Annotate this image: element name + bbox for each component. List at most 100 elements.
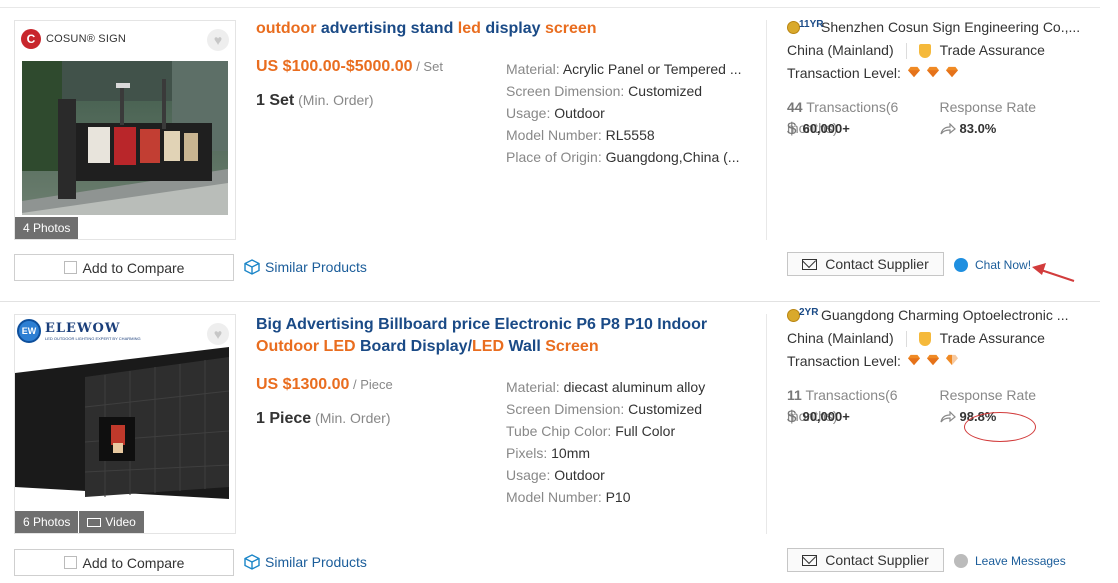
product-card-2: EW ELEWOW LED OUTDOOR LIGHTING EXPERT BY… [0, 301, 1100, 583]
price-range: US $100.00-$5000.00 [256, 58, 413, 75]
response-rate: 83.0% [959, 121, 997, 136]
min-order-label: (Min. Order) [294, 92, 374, 108]
similar-products-label: Similar Products [265, 554, 367, 570]
photo-led-panel [15, 347, 229, 499]
product-specs-2: Material: diecast aluminum alloy Screen … [506, 376, 746, 508]
red-circle-annotation [964, 412, 1036, 442]
spec-row: Material: Acrylic Panel or Tempered ... [506, 58, 746, 80]
spec-row: Usage: Outdoor [506, 102, 746, 124]
similar-products-link[interactable]: Similar Products [244, 554, 367, 570]
compare-label: Add to Compare [82, 554, 185, 571]
product-photo[interactable] [22, 61, 228, 215]
supplier-name-link[interactable]: Guangdong Charming Optoelectronic ... [821, 304, 1068, 327]
min-order-label: (Min. Order) [311, 410, 391, 426]
response-rate-value: 83.0% [939, 118, 1093, 139]
chat-now-link[interactable]: Chat Now! [954, 258, 1031, 272]
add-to-compare-button[interactable]: Add to Compare [14, 254, 234, 281]
title-part[interactable]: led [458, 20, 481, 37]
transactions-label: 44 Transactions(6 months) [787, 97, 940, 136]
logo-mark: EW [17, 319, 41, 343]
cube-icon [244, 554, 260, 570]
title-part[interactable]: Wall [504, 338, 545, 355]
price-unit: / Set [412, 59, 443, 74]
transactions-amount: 60,000+ [802, 121, 850, 136]
reply-arrow-icon [939, 122, 956, 134]
title-part[interactable]: display [481, 20, 545, 37]
photos-count-badge[interactable]: 6 Photos [15, 511, 79, 533]
spec-value: Customized [628, 401, 703, 417]
contact-supplier-label: Contact Supplier [825, 256, 929, 272]
spec-row: Usage: Outdoor [506, 464, 746, 486]
separator [905, 42, 907, 59]
column-divider [766, 314, 767, 534]
spec-key: Screen Dimension: [506, 401, 629, 417]
favorite-heart-icon[interactable]: ♥ [207, 29, 229, 51]
similar-products-link[interactable]: Similar Products [244, 259, 367, 275]
supplier-info-2: 2YR Guangdong Charming Optoelectronic ..… [787, 304, 1092, 427]
column-divider [766, 20, 767, 240]
spec-key: Usage: [506, 105, 555, 121]
spec-key: Place of Origin: [506, 149, 606, 165]
spec-row: Screen Dimension: Customized [506, 398, 746, 420]
spec-row: Model Number: P10 [506, 486, 746, 508]
spec-value: Outdoor [554, 105, 605, 121]
spec-row: Pixels: 10mm [506, 442, 746, 464]
product-card-1: C COSUN® SIGN ♥ 4 Photos Add to Compare … [0, 8, 1100, 300]
transaction-level-diamonds [901, 62, 958, 85]
transactions-amount: 90,000+ [802, 409, 850, 424]
transaction-level-label: Transaction Level: [787, 65, 901, 81]
gold-supplier-coin-icon: 11YR [787, 19, 823, 34]
photos-count-badge[interactable]: 4 Photos [15, 217, 79, 239]
price-value: US $1300.00 [256, 376, 350, 393]
compare-checkbox[interactable] [63, 556, 77, 569]
spec-value: diecast aluminum alloy [563, 379, 706, 395]
product-title-2[interactable]: Big Advertising Billboard price Electron… [256, 314, 756, 358]
product-title-1[interactable]: outdoor advertising stand led display sc… [256, 18, 756, 40]
contact-supplier-button[interactable]: Contact Supplier [787, 252, 944, 276]
min-order: 1 Set (Min. Order) [256, 92, 374, 110]
diamond-icon [907, 66, 920, 78]
title-part[interactable]: LED [324, 338, 356, 355]
trade-assurance-label[interactable]: Trade Assurance [940, 327, 1045, 350]
compare-checkbox[interactable] [63, 261, 77, 274]
spec-value: 10mm [551, 445, 591, 461]
favorite-heart-icon[interactable]: ♥ [207, 323, 229, 345]
title-part[interactable]: LED [472, 338, 504, 355]
spec-row: Place of Origin: Guangdong,China (... [506, 146, 746, 168]
title-part[interactable]: advertising stand [316, 20, 457, 37]
spec-value: Guangdong,China (... [605, 149, 740, 165]
spec-row: Material: diecast aluminum alloy [506, 376, 746, 398]
transactions-count: 11 [787, 387, 802, 403]
contact-supplier-button[interactable]: Contact Supplier [787, 548, 944, 572]
leave-messages-link[interactable]: Leave Messages [954, 554, 1066, 568]
spec-key: Pixels: [506, 445, 552, 461]
title-part[interactable]: Screen [545, 338, 598, 355]
product-image-1[interactable]: C COSUN® SIGN ♥ 4 Photos [14, 20, 236, 240]
min-order-qty: 1 Piece [256, 410, 312, 427]
response-rate-label: Response Rate [939, 99, 1037, 115]
video-label: Video [105, 515, 136, 529]
title-part[interactable]: Big Advertising Billboard price Electron… [256, 316, 707, 333]
video-badge[interactable]: Video [79, 511, 144, 533]
dollar-icon: $ [787, 119, 797, 138]
transaction-level-label: Transaction Level: [787, 353, 901, 369]
supplier-years: 2YR [799, 307, 819, 318]
add-to-compare-button[interactable]: Add to Compare [14, 549, 234, 576]
gold-supplier-coin-icon: 2YR [787, 307, 818, 322]
title-part[interactable]: Board Display/ [356, 338, 472, 355]
supplier-country: China (Mainland) [787, 42, 894, 58]
title-part[interactable]: outdoor [256, 20, 316, 37]
red-arrow-annotation [1032, 263, 1075, 282]
spec-value: Customized [628, 83, 703, 99]
product-photo[interactable] [15, 347, 229, 499]
title-part[interactable]: screen [545, 20, 597, 37]
supplier-name-link[interactable]: Shenzhen Cosun Sign Engineering Co.,... [821, 16, 1080, 39]
chat-now-label: Chat Now! [975, 258, 1032, 272]
contact-supplier-label: Contact Supplier [825, 552, 929, 568]
spec-value: Outdoor [554, 467, 605, 483]
trade-assurance-label[interactable]: Trade Assurance [940, 39, 1045, 62]
title-part[interactable]: Outdoor [256, 338, 319, 355]
product-image-2[interactable]: EW ELEWOW LED OUTDOOR LIGHTING EXPERT BY… [14, 314, 236, 534]
diamond-icon [907, 354, 920, 366]
transactions-value: $60,000+ [787, 118, 940, 139]
